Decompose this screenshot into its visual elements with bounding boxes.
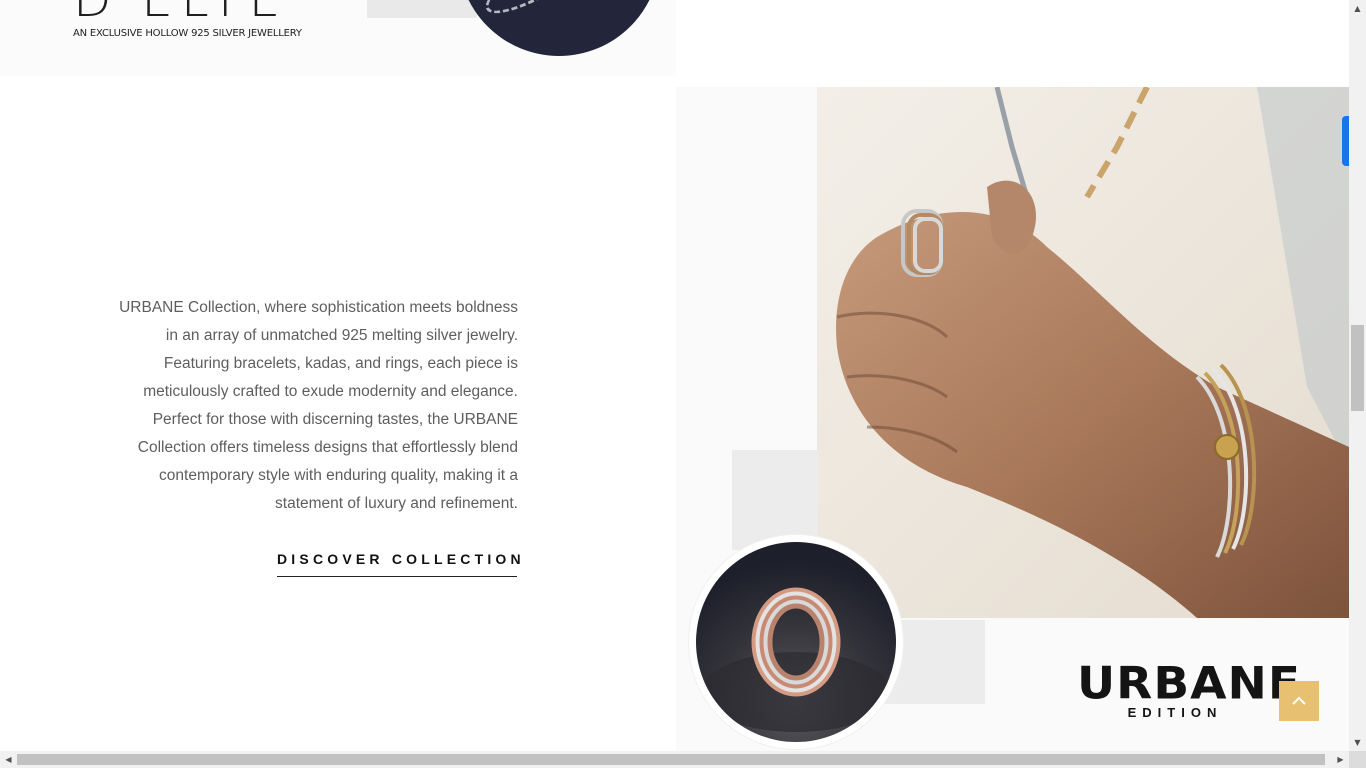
vertical-scrollbar[interactable]: ▲ ▼ bbox=[1349, 0, 1366, 751]
urbane-logo-title: URBANE bbox=[1077, 657, 1301, 710]
previous-collection-logo: D'ELYE bbox=[73, 0, 288, 28]
triangle-right-icon[interactable]: ▶ bbox=[1332, 751, 1349, 768]
previous-collection-image bbox=[458, 0, 660, 56]
discover-collection-button[interactable]: DISCOVER COLLECTION bbox=[277, 546, 521, 577]
horizontal-scroll-thumb[interactable] bbox=[17, 754, 1325, 765]
previous-collection-tagline: AN EXCLUSIVE HOLLOW 925 SILVER JEWELLERY bbox=[73, 28, 302, 39]
horizontal-scrollbar[interactable]: ◀ ▶ bbox=[0, 751, 1349, 768]
previous-collection-banner: D'ELYE AN EXCLUSIVE HOLLOW 925 SILVER JE… bbox=[0, 0, 676, 76]
back-to-top-button[interactable] bbox=[1279, 681, 1319, 721]
ring-thumbnail-frame bbox=[689, 535, 903, 749]
urbane-edition-logo: URBANE EDITION bbox=[1077, 657, 1301, 720]
side-widget-tab[interactable] bbox=[1342, 116, 1349, 166]
page: D'ELYE AN EXCLUSIVE HOLLOW 925 SILVER JE… bbox=[0, 0, 1349, 751]
chain-image bbox=[477, 0, 605, 26]
chevron-up-icon bbox=[1292, 696, 1306, 705]
decor-block bbox=[367, 0, 477, 18]
scrollbar-corner bbox=[1349, 751, 1366, 768]
triangle-up-icon[interactable]: ▲ bbox=[1349, 0, 1366, 17]
model-wearing-jewellery-image bbox=[817, 87, 1349, 618]
triangle-left-icon[interactable]: ◀ bbox=[0, 751, 17, 768]
collection-description: URBANE Collection, where sophistication … bbox=[119, 299, 518, 512]
ring-product-image bbox=[696, 542, 896, 742]
triangle-down-icon[interactable]: ▼ bbox=[1349, 734, 1366, 751]
vertical-scroll-thumb[interactable] bbox=[1351, 325, 1364, 411]
hand-with-ring-and-bracelet-illustration bbox=[817, 87, 1349, 618]
ring-illustration bbox=[701, 587, 891, 732]
